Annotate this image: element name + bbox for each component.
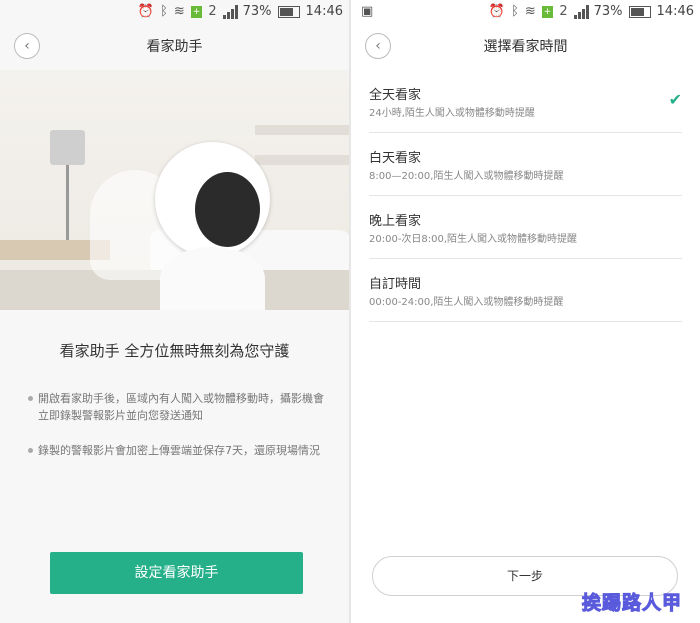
wifi-icon: ≋ bbox=[173, 4, 185, 19]
bluetooth-icon: ᛒ bbox=[160, 4, 168, 19]
option-description: 20:00-次日8:00,陌生人闖入或物體移動時提醒 bbox=[369, 234, 578, 245]
setup-guard-button[interactable]: 設定看家助手 bbox=[50, 552, 303, 594]
page-title: 選擇看家時間 bbox=[483, 39, 568, 55]
feature-bullet: 錄製的警報影片會加密上傳雲端並保存7天，還原現場情況 bbox=[28, 442, 328, 459]
option-description: 24小時,陌生人闖入或物體移動時提醒 bbox=[369, 108, 535, 119]
option-title: 晚上看家 bbox=[369, 214, 422, 229]
time-option-custom[interactable]: 自訂時間 00:00-24:00,陌生人闖入或物體移動時提醒 bbox=[369, 259, 682, 322]
time-option-all-day[interactable]: 全天看家 24小時,陌生人闖入或物體移動時提醒 ✔ bbox=[369, 70, 682, 133]
feature-headline: 看家助手 全方位無時無刻為您守護 bbox=[59, 342, 290, 360]
check-icon: ✔ bbox=[668, 90, 682, 109]
time-option-daytime[interactable]: 白天看家 8:00—20:00,陌生人闖入或物體移動時提醒 bbox=[369, 133, 682, 196]
wifi-tag: + bbox=[190, 5, 203, 18]
image-icon: ▣ bbox=[361, 4, 374, 19]
clock: 14:46 bbox=[305, 4, 343, 19]
lamp-shade bbox=[50, 130, 85, 165]
status-bar: ▣ ⏰ ᛒ ≋ + 2 73% 14:46 bbox=[351, 0, 700, 26]
camera-base bbox=[160, 247, 265, 310]
battery-percent: 73% bbox=[242, 4, 272, 19]
option-title: 白天看家 bbox=[369, 151, 422, 166]
signal-icon bbox=[573, 4, 589, 19]
status-bar: ⏰ ᛒ ≋ + 2 73% 14:46 bbox=[0, 0, 349, 26]
right-screen: ▣ ⏰ ᛒ ≋ + 2 73% 14:46 ‹ 選擇看家時間 全天看家 24小時… bbox=[351, 0, 700, 623]
wifi-icon: ≋ bbox=[524, 4, 536, 19]
wall-shelf bbox=[255, 125, 349, 135]
battery-icon bbox=[277, 5, 300, 18]
signal-icon bbox=[222, 4, 238, 19]
hero-image bbox=[0, 70, 349, 310]
left-screen: ⏰ ᛒ ≋ + 2 73% 14:46 ‹ 看家助手 看家助手 全方位無時無刻為… bbox=[0, 0, 349, 623]
lamp-pole bbox=[66, 165, 69, 245]
watermark: 挨踢路人甲 bbox=[581, 592, 682, 615]
battery-percent: 73% bbox=[593, 4, 623, 19]
nav-bar: ‹ 看家助手 bbox=[0, 26, 349, 66]
network-label: 2 bbox=[559, 4, 568, 19]
option-description: 00:00-24:00,陌生人闖入或物體移動時提醒 bbox=[369, 297, 564, 308]
page-title: 看家助手 bbox=[146, 39, 203, 55]
wifi-tag: + bbox=[541, 5, 554, 18]
time-option-list: 全天看家 24小時,陌生人闖入或物體移動時提醒 ✔ 白天看家 8:00—20:0… bbox=[369, 70, 682, 322]
time-option-night[interactable]: 晚上看家 20:00-次日8:00,陌生人闖入或物體移動時提醒 bbox=[369, 196, 682, 259]
option-title: 自訂時間 bbox=[369, 277, 422, 292]
feature-bullet: 開啟看家助手後，區域內有人闖入或物體移動時，攝影機會立即錄製警報影片並向您發送通… bbox=[28, 390, 328, 424]
camera-product bbox=[155, 142, 270, 310]
battery-icon bbox=[628, 5, 651, 18]
alarm-icon: ⏰ bbox=[137, 4, 155, 19]
bluetooth-icon: ᛒ bbox=[511, 4, 519, 19]
clock: 14:46 bbox=[656, 4, 694, 19]
alarm-icon: ⏰ bbox=[488, 4, 506, 19]
option-description: 8:00—20:00,陌生人闖入或物體移動時提醒 bbox=[369, 171, 564, 182]
nav-bar: ‹ 選擇看家時間 bbox=[351, 26, 700, 66]
network-label: 2 bbox=[208, 4, 217, 19]
option-title: 全天看家 bbox=[369, 88, 422, 103]
camera-lens bbox=[195, 172, 260, 247]
